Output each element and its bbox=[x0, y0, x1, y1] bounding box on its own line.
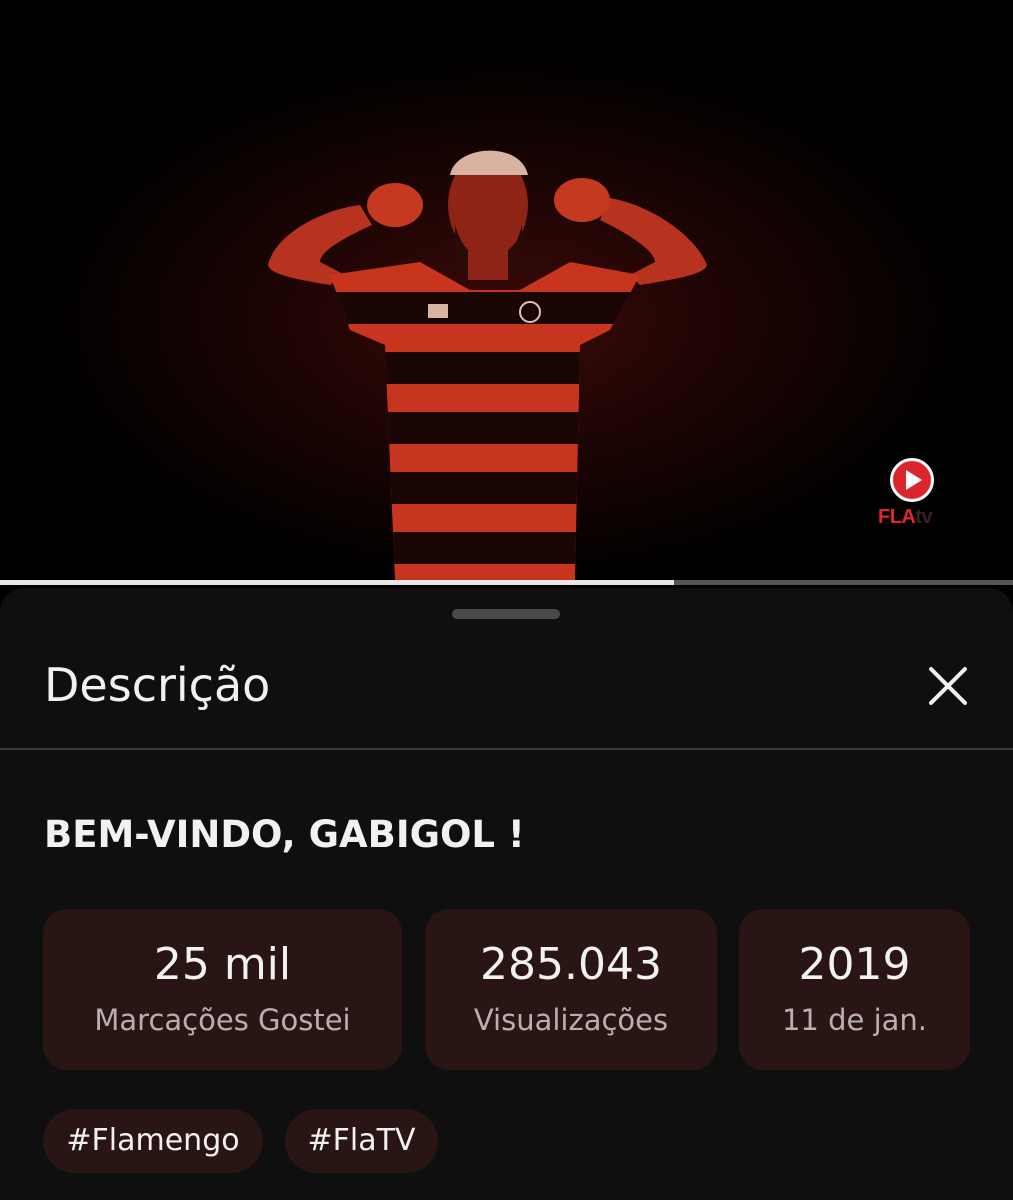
publish-date: 11 de jan. bbox=[781, 1003, 927, 1037]
views-stat[interactable]: 285.043 Visualizações bbox=[425, 909, 717, 1070]
video-progress-bar[interactable] bbox=[0, 580, 1013, 585]
video-progress-fill bbox=[0, 580, 674, 585]
sheet-title: Descrição bbox=[44, 658, 271, 712]
divider bbox=[0, 748, 1013, 750]
description-sheet: Descrição BEM-VINDO, GABIGOL ! 25 mil Ma… bbox=[0, 588, 1013, 1200]
views-label: Visualizações bbox=[473, 1003, 669, 1037]
flatv-logo-icon bbox=[890, 458, 934, 502]
likes-label: Marcações Gostei bbox=[94, 1003, 351, 1037]
video-frame-image bbox=[0, 0, 1013, 580]
close-icon[interactable] bbox=[922, 660, 974, 712]
date-stat[interactable]: 2019 11 de jan. bbox=[739, 909, 970, 1070]
views-count: 285.043 bbox=[480, 939, 662, 990]
flatv-logo: FLAtv bbox=[878, 458, 948, 530]
drag-handle[interactable] bbox=[452, 609, 560, 619]
video-player[interactable]: FLAtv bbox=[0, 0, 1013, 585]
hashtag-flatv[interactable]: #FlaTV bbox=[285, 1109, 438, 1173]
hashtag-flamengo[interactable]: #Flamengo bbox=[43, 1109, 263, 1173]
publish-year: 2019 bbox=[798, 939, 911, 990]
video-title: BEM-VINDO, GABIGOL ! bbox=[44, 813, 525, 856]
flatv-logo-text: FLAtv bbox=[878, 506, 933, 528]
likes-count: 25 mil bbox=[153, 939, 292, 990]
likes-stat[interactable]: 25 mil Marcações Gostei bbox=[43, 909, 402, 1070]
